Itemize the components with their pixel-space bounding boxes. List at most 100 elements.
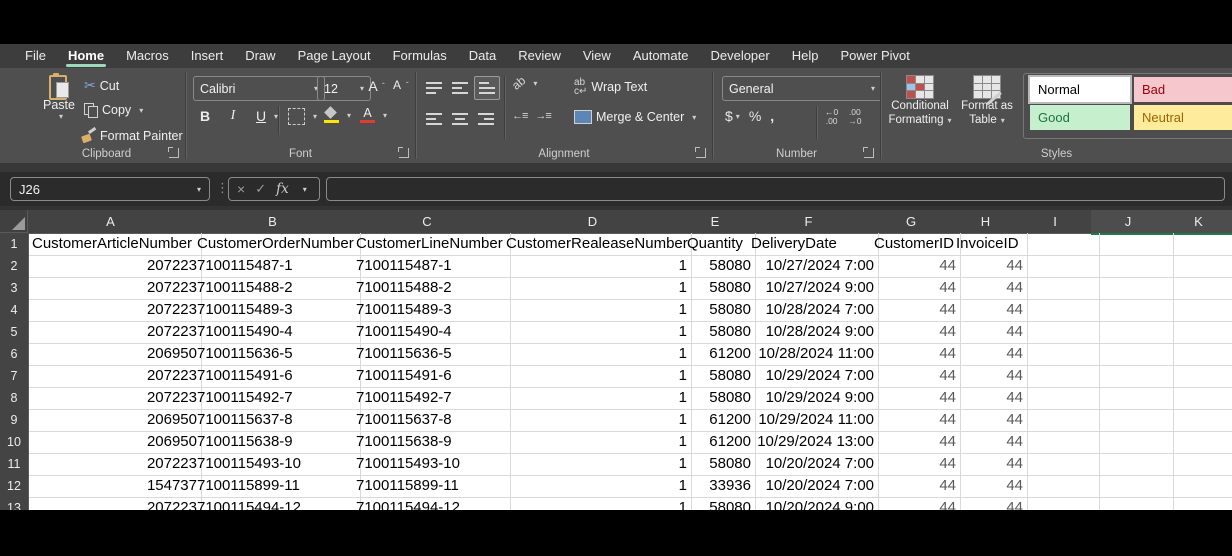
format-painter-button[interactable]: Format Painter: [81, 129, 183, 143]
clipboard-dialog-launcher[interactable]: [169, 148, 179, 158]
cell-D6[interactable]: 1: [502, 343, 692, 366]
menu-tab-macros[interactable]: Macros: [115, 42, 180, 68]
decrease-decimal-button[interactable]: .00→0: [848, 108, 861, 126]
cell-C1[interactable]: CustomerLineNumber: [352, 233, 511, 256]
align-center-button[interactable]: [448, 108, 472, 130]
cell-G4[interactable]: 44: [870, 299, 961, 322]
cell-D5[interactable]: 1: [502, 321, 692, 344]
cell-E13[interactable]: 58080: [683, 497, 756, 520]
cell-D8[interactable]: 1: [502, 387, 692, 410]
cell-I9[interactable]: [1019, 409, 1100, 432]
column-header-B[interactable]: B: [193, 210, 353, 234]
cell-A14[interactable]: 154737: [28, 519, 202, 542]
cell-A5[interactable]: 207223: [28, 321, 202, 344]
cell-J1[interactable]: [1091, 233, 1174, 256]
cell-K10[interactable]: [1165, 431, 1232, 454]
cell-E8[interactable]: 58080: [683, 387, 756, 410]
cell-G7[interactable]: 44: [870, 365, 961, 388]
cell-K7[interactable]: [1165, 365, 1232, 388]
cell-A6[interactable]: 206950: [28, 343, 202, 366]
cell-J2[interactable]: [1091, 255, 1174, 278]
cell-F8[interactable]: 10/29/2024 9:00: [747, 387, 879, 410]
cell-B[interactable]: [193, 541, 361, 556]
borders-dropdown-icon[interactable]: ▾: [313, 112, 317, 121]
cell-J13[interactable]: [1091, 497, 1174, 520]
cell-H7[interactable]: 44: [952, 365, 1028, 388]
comma-button[interactable]: ,: [770, 108, 774, 124]
font-name-combo[interactable]: Calibri ▾: [193, 76, 325, 101]
cell-F5[interactable]: 10/28/2024 9:00: [747, 321, 879, 344]
currency-dropdown-icon[interactable]: ▾: [736, 112, 740, 121]
document-title[interactable]: ate (1).xlsx • Saved to this: [455, 11, 600, 25]
row-header-14[interactable]: 14: [0, 519, 29, 542]
insert-function-icon[interactable]: fx: [276, 181, 289, 197]
percent-button[interactable]: %: [749, 108, 761, 124]
cell-C14[interactable]: 7100115900-13: [352, 519, 511, 542]
cell-H2[interactable]: 44: [952, 255, 1028, 278]
fill-color-icon[interactable]: [324, 108, 339, 123]
rename-pencil-icon[interactable]: [300, 7, 315, 19]
name-box[interactable]: J26 ▾: [10, 177, 210, 201]
cell-style-good[interactable]: Good: [1030, 105, 1130, 130]
cell-A13[interactable]: 207223: [28, 497, 202, 520]
cell-J9[interactable]: [1091, 409, 1174, 432]
cell-F11[interactable]: 10/20/2024 7:00: [747, 453, 879, 476]
menu-tab-formulas[interactable]: Formulas: [382, 42, 458, 68]
cell-K5[interactable]: [1165, 321, 1232, 344]
cell-H12[interactable]: 44: [952, 475, 1028, 498]
cell-style-neutral[interactable]: Neutral: [1134, 105, 1232, 130]
cell-A10[interactable]: 206950: [28, 431, 202, 454]
cell-F12[interactable]: 10/20/2024 7:00: [747, 475, 879, 498]
cell-E14[interactable]: 33936: [683, 519, 756, 542]
cell-I2[interactable]: [1019, 255, 1100, 278]
cell-G13[interactable]: 44: [870, 497, 961, 520]
cell-K11[interactable]: [1165, 453, 1232, 476]
cell-J8[interactable]: [1091, 387, 1174, 410]
font-color-icon[interactable]: A: [360, 107, 375, 123]
cell-F4[interactable]: 10/28/2024 7:00: [747, 299, 879, 322]
menu-tab-view[interactable]: View: [572, 42, 622, 68]
cell-G[interactable]: [870, 541, 961, 556]
cell-C12[interactable]: 7100115899-11: [352, 475, 511, 498]
cell-B12[interactable]: 7100115899-11: [193, 475, 361, 498]
cell-C7[interactable]: 7100115491-6: [352, 365, 511, 388]
number-dialog-launcher[interactable]: [864, 148, 874, 158]
cell-H14[interactable]: 44: [952, 519, 1028, 542]
column-header-F[interactable]: F: [747, 210, 871, 234]
cell-B4[interactable]: 7100115489-3: [193, 299, 361, 322]
row-header-1[interactable]: 1: [0, 233, 29, 256]
cell-E11[interactable]: 58080: [683, 453, 756, 476]
cell-I12[interactable]: [1019, 475, 1100, 498]
cell-E4[interactable]: 58080: [683, 299, 756, 322]
alignment-dialog-launcher[interactable]: [696, 148, 706, 158]
column-header-A[interactable]: A: [28, 210, 194, 234]
orientation-dropdown-icon[interactable]: ▾: [533, 79, 537, 88]
column-header-C[interactable]: C: [352, 210, 503, 234]
cell-B1[interactable]: CustomerOrderNumber: [193, 233, 361, 256]
column-header-E[interactable]: E: [683, 210, 748, 234]
cut-button[interactable]: ✂ Cut: [84, 78, 119, 94]
cell-G6[interactable]: 44: [870, 343, 961, 366]
name-box-dropdown-icon[interactable]: ▾: [197, 185, 201, 194]
cell-A12[interactable]: 154737: [28, 475, 202, 498]
cell-I[interactable]: [1019, 541, 1100, 556]
cell-D4[interactable]: 1: [502, 299, 692, 322]
row-header-8[interactable]: 8: [0, 387, 29, 410]
fx-dropdown-icon[interactable]: ▾: [303, 185, 307, 194]
row-header-7[interactable]: 7: [0, 365, 29, 388]
increase-decimal-button[interactable]: ←0.00: [825, 108, 838, 126]
wrap-text-button[interactable]: abc↵ Wrap Text: [574, 78, 647, 96]
merge-center-button[interactable]: Merge & Center ▾: [574, 110, 696, 124]
fat-dropdown-icon[interactable]: ▾: [1001, 116, 1005, 125]
cell-D3[interactable]: 1: [502, 277, 692, 300]
align-left-button[interactable]: [422, 108, 446, 130]
cell-J7[interactable]: [1091, 365, 1174, 388]
cell-E[interactable]: [683, 541, 756, 556]
column-header-I[interactable]: I: [1019, 210, 1092, 234]
row-header-12[interactable]: 12: [0, 475, 29, 498]
copy-button[interactable]: Copy ▾: [84, 103, 143, 117]
menu-tab-automate[interactable]: Automate: [622, 42, 700, 68]
cell-B14[interactable]: 7100115900-13: [193, 519, 361, 542]
cell-H13[interactable]: 44: [952, 497, 1028, 520]
cell-C2[interactable]: 7100115487-1: [352, 255, 511, 278]
